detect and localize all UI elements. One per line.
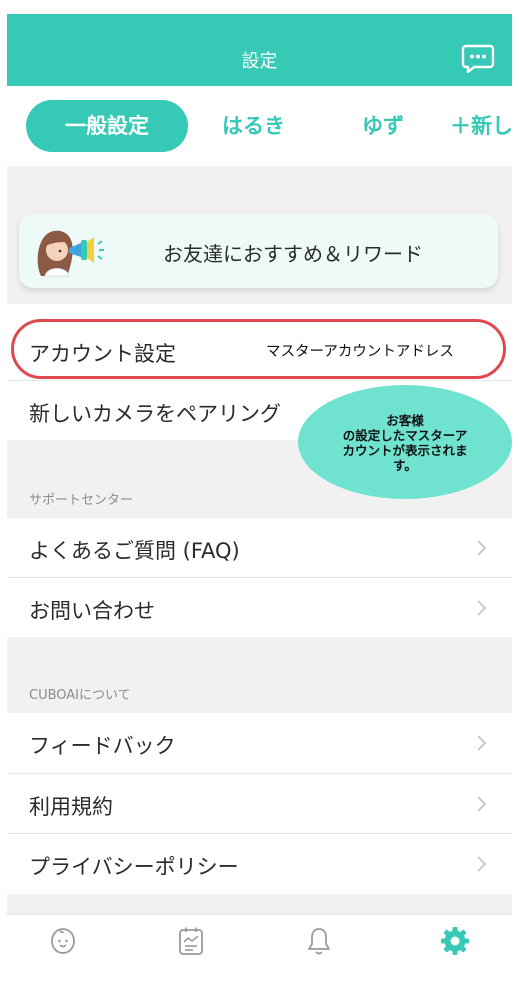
tab-yuzu[interactable]: ゆず [362, 100, 404, 152]
bottom-spacer [7, 894, 512, 914]
gear-icon[interactable] [439, 925, 471, 957]
profile-tabs: 一般設定 はるき ゆず ＋新し [7, 86, 512, 166]
feedback-row[interactable]: フィードバック [7, 713, 512, 773]
contact-label: お問い合わせ [29, 599, 155, 623]
chevron-right-icon [477, 735, 487, 751]
section-spacer [7, 166, 512, 198]
bell-icon[interactable] [303, 925, 335, 957]
faq-row[interactable]: よくあるご質問 (FAQ) [7, 518, 512, 577]
about-cuboai-header: CUBOAIについて [29, 688, 131, 703]
feedback-label: フィードバック [29, 734, 176, 758]
chat-bubble-icon[interactable] [460, 40, 496, 76]
tab-haruki[interactable]: はるき [222, 100, 285, 152]
top-gap [0, 0, 519, 14]
contact-row[interactable]: お問い合わせ [7, 578, 512, 637]
chevron-right-icon [477, 856, 487, 872]
girl-megaphone-icon [37, 230, 104, 277]
chevron-right-icon [477, 600, 487, 616]
report-icon[interactable] [175, 925, 207, 957]
terms-row[interactable]: 利用規約 [7, 774, 512, 833]
app-header: 設定 [7, 14, 512, 86]
promo-label: お友達におすすめ＆リワード [163, 242, 423, 266]
pair-camera-label: 新しいカメラをペアリング [29, 402, 281, 426]
faq-label: よくあるご質問 (FAQ) [29, 539, 240, 563]
chevron-right-icon [477, 540, 487, 556]
chevron-right-icon [477, 796, 487, 812]
annotation-bubble-text: お客様 の設定したマスターア カウントが表示されま す。 [342, 413, 468, 473]
page-title: 設定 [241, 51, 278, 72]
terms-label: 利用規約 [29, 795, 113, 819]
referral-reward-card[interactable]: お友達におすすめ＆リワード [19, 214, 498, 288]
support-center-header: サポートセンター [29, 493, 134, 508]
privacy-policy-label: プライバシーポリシー [29, 855, 239, 879]
master-account-address: マスターアカウントアドレス [266, 344, 454, 360]
baby-face-icon[interactable] [47, 925, 79, 957]
bottom-navigation [7, 914, 512, 1000]
tab-add-new[interactable]: ＋新し [450, 100, 512, 152]
promo-section: お友達におすすめ＆リワード [7, 198, 512, 304]
tab-general-settings[interactable]: 一般設定 [26, 100, 188, 152]
privacy-policy-row[interactable]: プライバシーポリシー [7, 834, 512, 894]
